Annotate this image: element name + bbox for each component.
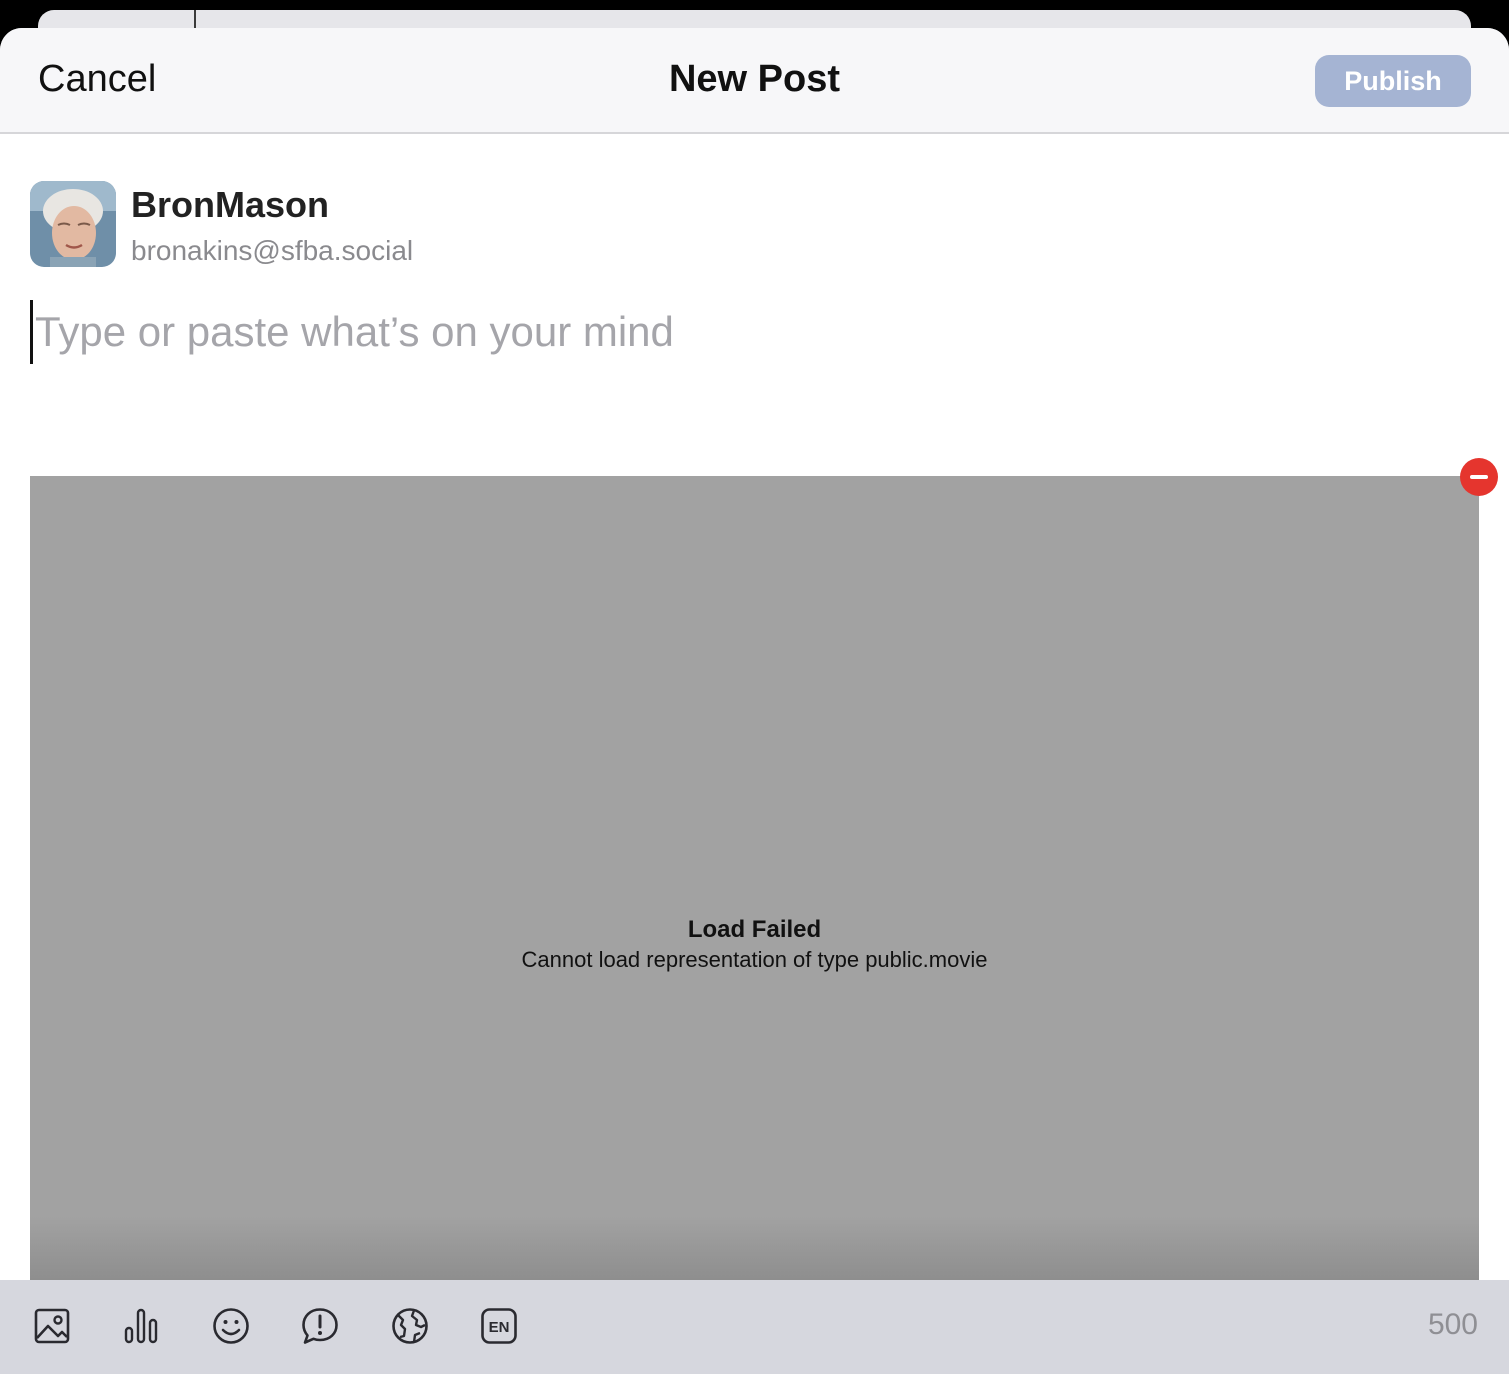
visibility-button[interactable] — [386, 1302, 434, 1350]
language-button[interactable]: EN — [475, 1302, 523, 1350]
add-media-button[interactable] — [28, 1302, 76, 1350]
new-post-sheet: Cancel New Post Publish BronMason bronak… — [0, 28, 1509, 1374]
load-error-title: Load Failed — [687, 916, 822, 943]
add-poll-button[interactable] — [117, 1302, 165, 1350]
avatar-image — [30, 181, 116, 267]
language-icon: EN — [481, 1308, 517, 1344]
background-divider — [194, 10, 196, 30]
post-text-input[interactable] — [30, 300, 1475, 364]
media-attachment[interactable]: Load Failed Cannot load representation o… — [30, 476, 1479, 1296]
load-error-message: Cannot load representation of type publi… — [521, 947, 988, 972]
character-counter: 500 — [1427, 1308, 1478, 1341]
language-code: EN — [489, 1319, 510, 1336]
account-handle: bronakins@sfba.social — [131, 235, 414, 266]
content-warning-icon — [302, 1308, 338, 1344]
remove-attachment-button[interactable] — [1460, 458, 1498, 496]
publish-button[interactable]: Publish — [1315, 55, 1471, 107]
emoji-button[interactable] — [207, 1302, 255, 1350]
page-title: New Post — [668, 58, 841, 100]
poll-icon — [124, 1308, 158, 1344]
navigation-bar: Cancel New Post Publish — [0, 28, 1509, 134]
emoji-icon — [213, 1308, 249, 1344]
composer-toolbar: EN 500 — [0, 1280, 1509, 1374]
account-display-name: BronMason — [131, 184, 329, 225]
content-warning-button[interactable] — [296, 1302, 344, 1350]
photo-icon — [34, 1308, 70, 1344]
visibility-globe-icon — [392, 1308, 428, 1344]
avatar — [30, 181, 116, 267]
